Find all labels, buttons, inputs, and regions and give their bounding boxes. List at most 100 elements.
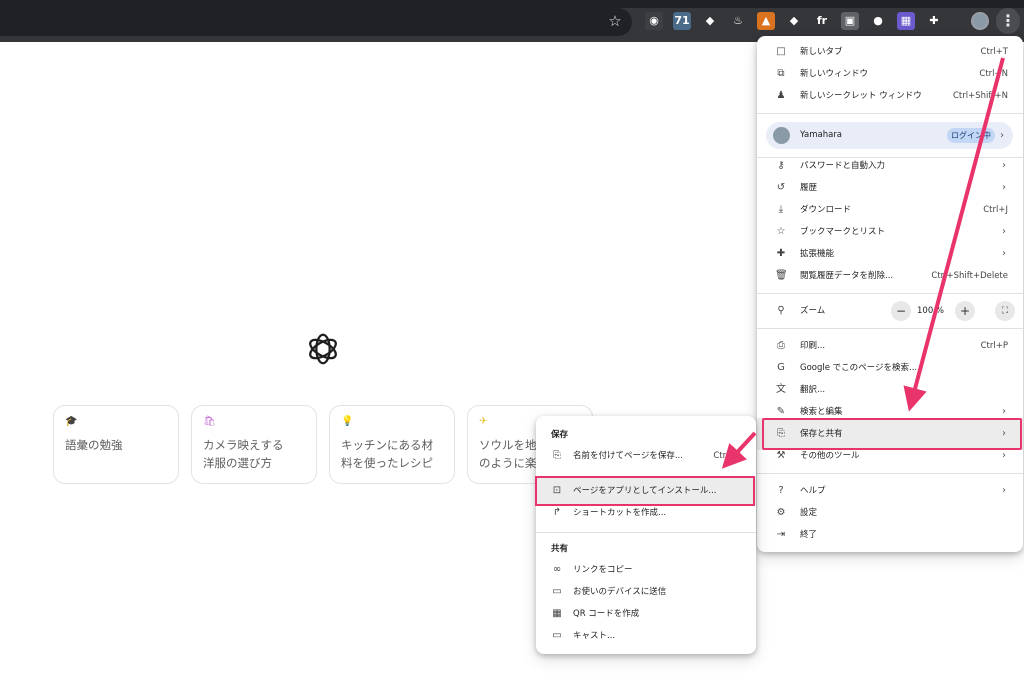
suggestion-card[interactable]: 💡 キッチンにある材 料を使ったレシピ — [329, 405, 455, 484]
fullscreen-button[interactable]: ⛶ — [995, 301, 1015, 321]
submenu-item-label: QR コードを作成 — [573, 609, 640, 619]
address-bar[interactable] — [0, 8, 632, 36]
menu-item-shortcut: Ctrl+N — [979, 69, 1008, 79]
submenu-item[interactable]: ▦ QR コードを作成 — [536, 603, 756, 625]
menu-item[interactable]: 文 翻訳... — [757, 379, 1023, 401]
suggestion-text: キッチンにある材 料を使ったレシピ — [341, 438, 433, 470]
zoom-row: ⚲ ズーム — [757, 300, 1023, 322]
chrome-main-menu: Yamahara ログイン中 › ⚲ ズーム − 100 % + ⛶ □ 新しいタ… — [757, 36, 1023, 552]
menu-item-shortcut: Ctrl+P — [980, 341, 1008, 351]
submenu-item[interactable]: ▭ キャスト... — [536, 625, 756, 647]
bookmark-star-icon[interactable]: ☆ — [606, 12, 624, 30]
gem-extension-icon[interactable]: ◆ — [785, 12, 803, 30]
menu-item-icon: ↺ — [776, 182, 786, 193]
menu-item-label: 印刷... — [800, 341, 826, 351]
menu-item[interactable]: G Google でこのページを検索... — [757, 357, 1023, 379]
menu-item-icon: ⇥ — [776, 529, 786, 540]
zoom-label: ズーム — [800, 306, 826, 316]
signed-in-badge: ログイン中 — [947, 128, 995, 143]
submenu-item[interactable]: ⎘ 名前を付けてページを保存... Ctrl+S — [536, 445, 756, 467]
menu-item[interactable]: ⚙ 設定 — [757, 502, 1023, 524]
suggestion-icon: ✈ — [479, 416, 488, 427]
menu-item-shortcut: Ctrl+T — [980, 47, 1008, 57]
chevron-right-icon: › — [1002, 248, 1006, 259]
suggestion-text: 語彙の勉強 — [65, 438, 123, 452]
menu-item-icon: ⚷ — [777, 160, 785, 171]
chevron-right-icon: › — [1002, 226, 1006, 237]
menu-item[interactable]: ⚷ パスワードと自動入力 › — [757, 155, 1023, 177]
submenu-item[interactable]: ▭ お使いのデバイスに送信 — [536, 581, 756, 603]
zoom-out-button[interactable]: − — [891, 301, 911, 321]
menu-item-label: 終了 — [800, 530, 818, 540]
menu-item[interactable]: ☆ ブックマークとリスト › — [757, 221, 1023, 243]
chevron-right-icon: › — [1002, 160, 1006, 171]
ft-extension-icon[interactable]: fr — [813, 12, 831, 30]
fox-extension-icon[interactable]: ▲ — [757, 12, 775, 30]
menu-separator — [757, 113, 1023, 114]
menu-item[interactable]: ? ヘルプ › — [757, 480, 1023, 502]
menu-item-label: 翻訳... — [800, 385, 826, 395]
submenu-item-label: キャスト... — [573, 631, 616, 641]
chrome-menu-button[interactable]: ⋮ — [996, 8, 1020, 34]
profile-avatar[interactable] — [971, 12, 989, 30]
chevron-right-icon: › — [1000, 130, 1004, 141]
menu-item-icon: ⚙ — [776, 507, 786, 518]
submenu-item[interactable]: ∞ リンクをコピー — [536, 559, 756, 581]
menu-item-icon: ? — [778, 485, 784, 496]
menu-item-label: 新しいタブ — [800, 47, 843, 57]
menu-item[interactable]: 🗑 閲覧履歴データを削除... Ctrl+Shift+Delete — [757, 265, 1023, 287]
suggestion-icon: 🎓 — [65, 416, 78, 427]
menu-item[interactable]: ✚ 拡張機能 › — [757, 243, 1023, 265]
image-extension-icon[interactable]: ▣ — [841, 12, 859, 30]
purple-extension-icon[interactable]: ▦ — [897, 12, 915, 30]
menu-item[interactable]: ⇥ 終了 — [757, 524, 1023, 546]
submenu-item-icon: ⎘ — [553, 450, 561, 461]
profile-name: Yamahara — [800, 130, 843, 140]
menu-item-label: パスワードと自動入力 — [800, 161, 886, 171]
suggestion-text: カメラ映えする 洋服の選び方 — [203, 438, 284, 470]
submenu-item-icon: ▭ — [552, 630, 562, 641]
color-wheel-extension-icon[interactable]: ◆ — [701, 12, 719, 30]
profile-row[interactable]: Yamahara ログイン中 › — [766, 122, 1013, 149]
menu-item-icon: ✎ — [776, 406, 786, 417]
submenu-item-icon: ▭ — [552, 586, 562, 597]
menu-item-icon: □ — [776, 46, 786, 57]
menu-item[interactable]: ⧉ 新しいウィンドウ Ctrl+N — [757, 63, 1023, 85]
zoom-in-button[interactable]: + — [955, 301, 975, 321]
menu-item-icon: 文 — [776, 384, 786, 395]
seventy-one-extension-icon[interactable]: 71 — [673, 12, 691, 30]
bulb-extension-icon[interactable]: ♨ — [729, 12, 747, 30]
share-section-title: 共有 — [551, 544, 569, 554]
menu-item-icon: ✚ — [776, 248, 786, 259]
menu-item-icon: ⧉ — [777, 68, 785, 79]
menu-item[interactable]: □ 新しいタブ Ctrl+T — [757, 41, 1023, 63]
tab-strip — [0, 0, 1024, 8]
suggestion-card[interactable]: 🎓 語彙の勉強 — [53, 405, 179, 484]
menu-item-icon: 🗑 — [775, 270, 788, 281]
submenu-item-label: お使いのデバイスに送信 — [573, 587, 667, 597]
camera-extension-icon[interactable]: ◉ — [645, 12, 663, 30]
menu-item-label: ヘルプ — [800, 486, 826, 496]
menu-item[interactable]: ⤓ ダウンロード Ctrl+J — [757, 199, 1023, 221]
suggestion-icon: 🛍 — [203, 416, 216, 427]
menu-item[interactable]: ↺ 履歴 › — [757, 177, 1023, 199]
menu-separator — [757, 328, 1023, 329]
submenu-item-icon: ∞ — [552, 564, 562, 575]
mic-extension-icon[interactable]: ● — [869, 12, 887, 30]
profile-avatar-icon — [773, 127, 790, 144]
menu-item-icon: ⚒ — [776, 450, 786, 461]
menu-item-icon: G — [777, 362, 785, 373]
openai-logo-icon — [309, 333, 337, 365]
menu-item-icon: ⎙ — [777, 340, 785, 351]
menu-separator — [757, 473, 1023, 474]
menu-item-label: 拡張機能 — [800, 249, 835, 259]
chevron-right-icon: › — [1002, 485, 1006, 496]
menu-item[interactable]: ♟ 新しいシークレット ウィンドウ Ctrl+Shift+N — [757, 85, 1023, 107]
puzzle-extension-icon[interactable]: ✚ — [925, 12, 943, 30]
suggestion-card[interactable]: 🛍 カメラ映えする 洋服の選び方 — [191, 405, 317, 484]
menu-item[interactable]: ⎙ 印刷... Ctrl+P — [757, 335, 1023, 357]
menu-item-label: ブックマークとリスト — [800, 227, 886, 237]
save-share-highlight-box — [762, 418, 1022, 450]
menu-item-label: Google でこのページを検索... — [800, 363, 918, 373]
menu-item-shortcut: Ctrl+Shift+Delete — [931, 271, 1008, 281]
